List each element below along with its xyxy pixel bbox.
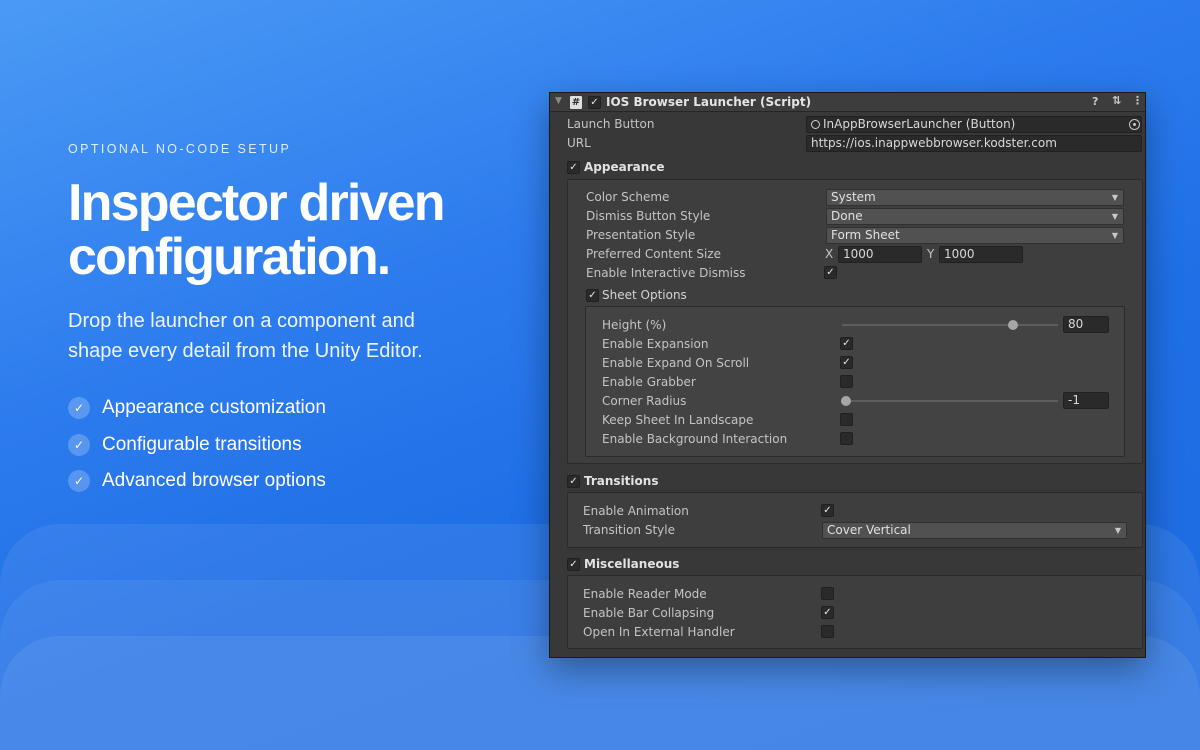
- interactive-dismiss-label: Enable Interactive Dismiss: [586, 266, 746, 280]
- presets-icon[interactable]: ⇅: [1112, 94, 1121, 107]
- presentation-style-value: Form Sheet: [831, 228, 900, 242]
- sheet-options-title: Sheet Options: [602, 288, 687, 302]
- feature-item: ✓ Configurable transitions: [68, 427, 538, 464]
- check-icon: ✓: [68, 397, 90, 420]
- chevron-down-icon: ▼: [1114, 526, 1121, 535]
- headline: Inspector driven configuration.: [68, 176, 538, 284]
- check-icon: ✓: [68, 470, 90, 493]
- external-handler-label: Open In External Handler: [583, 625, 735, 639]
- transition-style-dropdown[interactable]: Cover Vertical ▼: [822, 522, 1127, 539]
- keep-landscape-label: Keep Sheet In Landscape: [602, 413, 754, 427]
- presentation-style-label: Presentation Style: [586, 228, 696, 242]
- launch-button-field[interactable]: InAppBrowserLauncher (Button): [806, 116, 1142, 133]
- content-size-y-label: Y: [927, 247, 935, 261]
- kebab-menu-icon[interactable]: ⋮: [1132, 94, 1143, 107]
- transitions-group: Enable Animation ✓ Transition Style Cove…: [567, 492, 1143, 548]
- reader-mode-label: Enable Reader Mode: [583, 587, 707, 601]
- sheet-options-toggle[interactable]: ✓: [586, 289, 599, 302]
- bar-collapsing-checkbox[interactable]: ✓: [821, 606, 834, 619]
- chevron-down-icon: ▼: [1111, 193, 1118, 202]
- corner-radius-slider-track[interactable]: [842, 400, 1058, 402]
- feature-label: Appearance customization: [102, 397, 326, 419]
- script-icon: #: [570, 96, 582, 109]
- miscellaneous-group: Enable Reader Mode ✓ Enable Bar Collapsi…: [567, 575, 1143, 649]
- eyebrow-text: OPTIONAL NO-CODE SETUP: [68, 142, 292, 156]
- background-interaction-label: Enable Background Interaction: [602, 432, 788, 446]
- lead-line: shape every detail from the Unity Editor…: [68, 340, 423, 362]
- appearance-toggle[interactable]: ✓: [567, 161, 580, 174]
- object-icon: [811, 120, 820, 129]
- transitions-title: Transitions: [584, 474, 659, 488]
- object-picker-icon[interactable]: [1129, 119, 1140, 130]
- dismiss-style-label: Dismiss Button Style: [586, 209, 711, 223]
- enable-expansion-label: Enable Expansion: [602, 337, 709, 351]
- chevron-down-icon: ▼: [1111, 212, 1118, 221]
- external-handler-checkbox[interactable]: ✓: [821, 625, 834, 638]
- feature-label: Advanced browser options: [102, 470, 326, 492]
- corner-radius-label: Corner Radius: [602, 394, 687, 408]
- interactive-dismiss-checkbox[interactable]: ✓: [824, 266, 837, 279]
- feature-item: ✓ Advanced browser options: [68, 463, 538, 500]
- lead-paragraph: Drop the launcher on a component and sha…: [68, 306, 538, 366]
- enable-expansion-checkbox[interactable]: ✓: [840, 337, 853, 350]
- background-interaction-checkbox[interactable]: ✓: [840, 432, 853, 445]
- keep-landscape-checkbox[interactable]: ✓: [840, 413, 853, 426]
- color-scheme-dropdown[interactable]: System ▼: [826, 189, 1124, 206]
- feature-item: ✓ Appearance customization: [68, 390, 538, 427]
- height-slider-track[interactable]: [842, 324, 1058, 326]
- enable-grabber-checkbox[interactable]: ✓: [840, 375, 853, 388]
- enable-animation-checkbox[interactable]: ✓: [821, 504, 834, 517]
- foldout-triangle-icon[interactable]: ▼: [555, 96, 562, 106]
- hero-section: OPTIONAL NO-CODE SETUP Inspector driven …: [68, 142, 538, 500]
- chevron-down-icon: ▼: [1111, 231, 1118, 240]
- content-size-x-input[interactable]: 1000: [838, 246, 922, 263]
- bar-collapsing-label: Enable Bar Collapsing: [583, 606, 715, 620]
- component-header[interactable]: ▼ # ✓ IOS Browser Launcher (Script) ? ⇅ …: [550, 93, 1145, 112]
- reader-mode-checkbox[interactable]: ✓: [821, 587, 834, 600]
- launch-button-label: Launch Button: [567, 117, 655, 131]
- corner-radius-input[interactable]: -1: [1063, 392, 1109, 409]
- help-icon[interactable]: ?: [1092, 95, 1098, 108]
- color-scheme-label: Color Scheme: [586, 190, 670, 204]
- miscellaneous-toggle[interactable]: ✓: [567, 558, 580, 571]
- enable-grabber-label: Enable Grabber: [602, 375, 696, 389]
- presentation-style-dropdown[interactable]: Form Sheet ▼: [826, 227, 1124, 244]
- expand-on-scroll-checkbox[interactable]: ✓: [840, 356, 853, 369]
- check-icon: ✓: [68, 433, 90, 456]
- feature-list: ✓ Appearance customization ✓ Configurabl…: [68, 390, 538, 500]
- feature-label: Configurable transitions: [102, 433, 302, 455]
- content-size-x-label: X: [825, 247, 834, 261]
- dismiss-style-value: Done: [831, 209, 863, 223]
- expand-on-scroll-label: Enable Expand On Scroll: [602, 356, 750, 370]
- lead-line: Drop the launcher on a component and: [68, 310, 415, 332]
- launch-button-value: InAppBrowserLauncher (Button): [823, 117, 1016, 131]
- inspector-panel: ▼ # ✓ IOS Browser Launcher (Script) ? ⇅ …: [549, 92, 1146, 658]
- appearance-title: Appearance: [584, 160, 665, 174]
- transitions-toggle[interactable]: ✓: [567, 475, 580, 488]
- height-input[interactable]: 80: [1063, 316, 1109, 333]
- content-size-y-input[interactable]: 1000: [939, 246, 1023, 263]
- headline-line: configuration.: [68, 228, 391, 286]
- dismiss-style-dropdown[interactable]: Done ▼: [826, 208, 1124, 225]
- url-label: URL: [567, 136, 591, 150]
- headline-line: Inspector driven: [68, 174, 446, 232]
- height-slider-knob[interactable]: [1008, 320, 1018, 330]
- sheet-options-group: Height (%) 80 Enable Expansion ✓ Enable …: [585, 306, 1125, 457]
- transition-style-label: Transition Style: [583, 523, 675, 537]
- transition-style-value: Cover Vertical: [827, 523, 911, 537]
- component-title: IOS Browser Launcher (Script): [606, 95, 812, 109]
- url-input[interactable]: https://ios.inappwebbrowser.kodster.com: [806, 135, 1142, 152]
- height-label: Height (%): [602, 318, 667, 332]
- component-enabled-checkbox[interactable]: ✓: [588, 96, 601, 109]
- miscellaneous-title: Miscellaneous: [584, 557, 680, 571]
- enable-animation-label: Enable Animation: [583, 504, 689, 518]
- content-size-label: Preferred Content Size: [586, 247, 722, 261]
- color-scheme-value: System: [831, 190, 876, 204]
- appearance-group: Color Scheme System ▼ Dismiss Button Sty…: [567, 179, 1143, 464]
- corner-radius-slider-knob[interactable]: [841, 396, 851, 406]
